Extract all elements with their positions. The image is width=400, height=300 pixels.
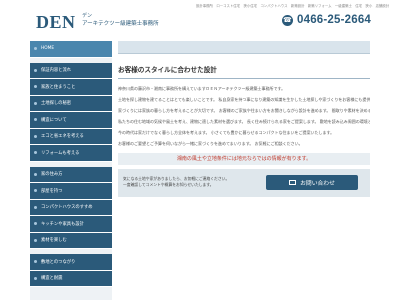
contact-text: 気になる土地や家がありましたら、お気軽にご連絡ください。 一度確認してコメントや… xyxy=(123,175,230,187)
bullet-icon xyxy=(34,134,37,138)
bullet-icon xyxy=(34,189,37,193)
notice-banner: 湘南の風土や立地条件には地元ならではの情報が有ります。 xyxy=(118,152,370,165)
header-keywords: 設計事務所 ローコスト住宅 狭小住宅 コンパクトハウス 新築設計 新築リフォーム… xyxy=(196,4,390,8)
paragraph: 今の時代は家だけでなく暮らし方全体を考えます。 小さくても豊かに暮らせるコンパク… xyxy=(118,130,335,136)
bullet-icon xyxy=(34,118,37,122)
company-name: アーキテクツー級建築士事務所 xyxy=(82,21,159,27)
phone-icon: ☎ xyxy=(282,14,293,26)
paragraph: お客様のご要望とご予算を伺いながら一緒に家づくりを進めてまいります。 お気軽にご… xyxy=(118,141,303,147)
sidebar-nav: HOME 保証内容と流れ 家族と住まうこと 土地探しの秘密 構造について エコと… xyxy=(30,41,112,300)
sidebar-item[interactable]: 土地探しの秘密 xyxy=(30,95,112,112)
sidebar-item[interactable]: 部屋を持つ xyxy=(30,183,112,200)
paragraph: 私たちの住む地域の気候や風土を考え、建物に適した素材を選びます。 長く住み続けら… xyxy=(118,119,370,125)
paragraph: 土地を探し建物を建てることはとても楽しいことです。 私自身家を持つ事になり建築の… xyxy=(118,97,370,103)
page-title: お客様のスタイルに合わせた設計 xyxy=(118,64,370,79)
sidebar-item[interactable]: 保証内容と流れ xyxy=(30,62,112,79)
paragraph: 神奈川県の藤沢市・湘南に事務所を構えていますＤＥＮアーキテクツー級建築士事務所で… xyxy=(118,86,286,91)
sidebar-item[interactable]: 家の住み方 xyxy=(30,166,112,183)
site-header: DEN デン アーキテクツー級建築士事務所 設計事務所 ローコスト住宅 狭小住宅… xyxy=(0,0,400,40)
bullet-icon xyxy=(34,260,37,264)
bullet-icon xyxy=(34,101,37,105)
sidebar-item[interactable]: 素材を楽しむ xyxy=(30,232,112,249)
bullet-icon xyxy=(34,238,37,242)
sidebar-item[interactable]: 敷地とのつながり xyxy=(30,254,112,271)
bullet-icon xyxy=(34,172,37,176)
sidebar-item[interactable]: 構造と耐震 xyxy=(30,270,112,287)
mail-icon xyxy=(289,179,297,185)
sidebar-item[interactable]: キッチンや家具も設計 xyxy=(30,216,112,233)
phone-number: 0466-25-2664 xyxy=(297,14,372,26)
contact-box: 気になる土地や家がありましたら、お気軽にご連絡ください。 一度確認してコメントや… xyxy=(118,168,370,197)
bullet-icon xyxy=(34,222,37,226)
bullet-icon xyxy=(34,68,37,72)
logo[interactable]: DEN xyxy=(36,12,76,33)
phone-block[interactable]: ☎ 0466-25-2664 xyxy=(282,14,371,26)
bullet-icon xyxy=(34,151,37,155)
bullet-icon xyxy=(34,205,37,209)
bullet-icon xyxy=(34,85,37,89)
sidebar-item[interactable]: リフォームも考える xyxy=(30,145,112,162)
logo-reading: デン xyxy=(82,13,93,19)
bullet-icon xyxy=(34,47,37,51)
sidebar-item-home[interactable]: HOME xyxy=(30,41,112,58)
hero-banner xyxy=(118,41,370,54)
bullet-icon xyxy=(34,276,37,280)
main-content: お客様のスタイルに合わせた設計 神奈川県の藤沢市・湘南に事務所を構えていますＤＥ… xyxy=(118,41,370,300)
contact-button[interactable]: お問い合わせ xyxy=(266,174,358,190)
sidebar-item[interactable]: 構造について xyxy=(30,112,112,129)
paragraph: 家づくりには家族の暮らし方を考えることが大切です。 お客様のご家族や住まい方をお… xyxy=(118,108,370,114)
sidebar-item[interactable]: エコと省エネを考える xyxy=(30,128,112,145)
sidebar-item[interactable]: コンパクトハウスのすすめ xyxy=(30,199,112,216)
sidebar-item[interactable]: 家族と住まうこと xyxy=(30,79,112,96)
article-body: 神奈川県の藤沢市・湘南に事務所を構えていますＤＥＮアーキテクツー級建築士事務所で… xyxy=(118,86,370,148)
